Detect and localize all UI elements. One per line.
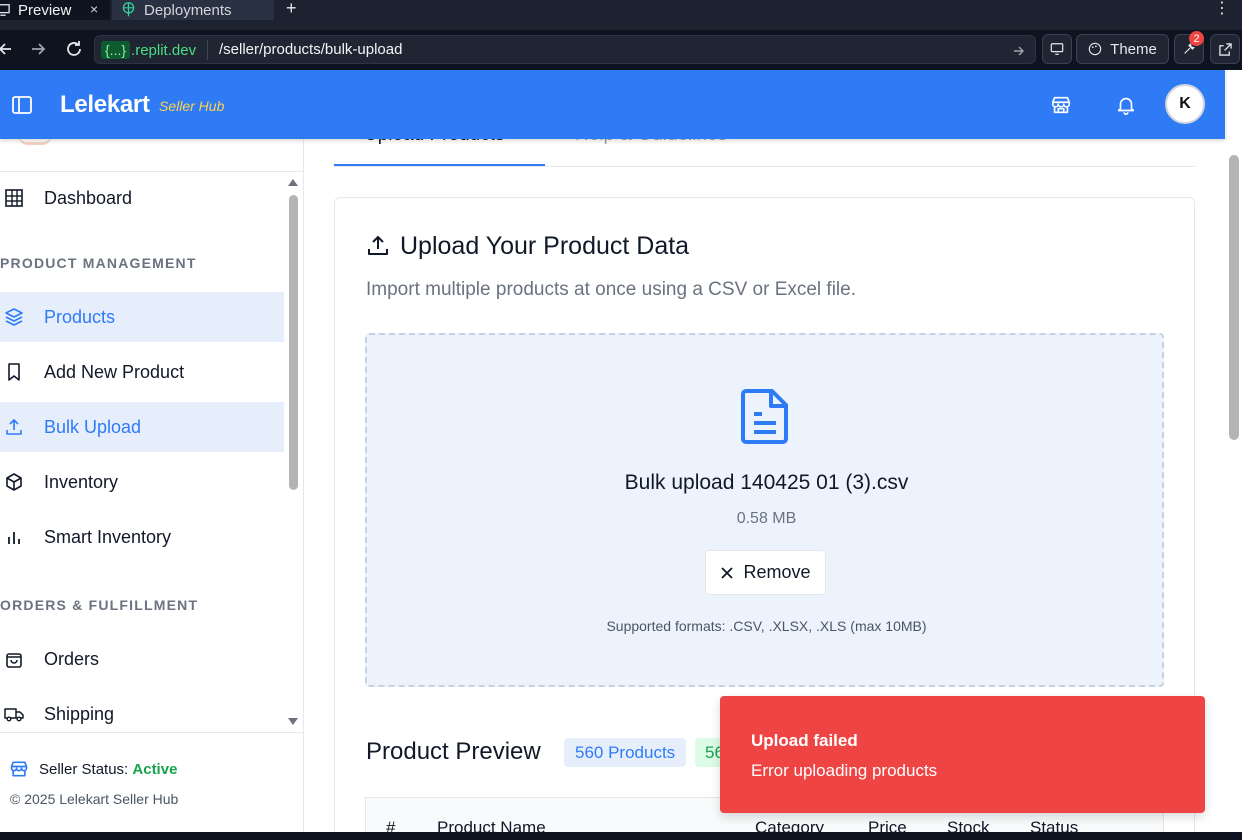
bar-chart-icon: [8, 532, 20, 544]
tab-deployments[interactable]: Deployments: [112, 0, 274, 20]
sidebar-item-products[interactable]: Products: [0, 292, 284, 342]
tab-preview-label: Preview: [18, 1, 72, 19]
section-orders-fulfillment: ORDERS & FULFILLMENT: [0, 597, 199, 613]
url-path: /seller/products/bulk-upload: [219, 41, 403, 58]
product-count-badge: 560 Products: [564, 738, 687, 767]
card-description: Import multiple products at once using a…: [366, 279, 857, 300]
divider: [0, 171, 304, 172]
close-icon[interactable]: ×: [90, 1, 98, 17]
sidebar-footer: Seller Status: Active © 2025 Lelekart Se…: [0, 732, 304, 840]
sidebar-item-label: Inventory: [44, 471, 119, 492]
browser-tab-bar: Preview × Deployments + ⋮: [0, 0, 1242, 30]
supported-formats-note: Supported formats: .CSV, .XLSX, .XLS (ma…: [606, 618, 927, 634]
avatar[interactable]: K: [1165, 84, 1205, 124]
tab-preview[interactable]: Preview ×: [0, 0, 110, 20]
sidebar-item-smart-inventory[interactable]: Smart Inventory: [0, 512, 284, 562]
brand-subtitle: Seller Hub: [159, 98, 225, 114]
external-link-icon: [1218, 42, 1232, 56]
sidebar-item-inventory[interactable]: Inventory: [0, 457, 284, 507]
remove-button-label: Remove: [743, 562, 811, 582]
sidebar-item-label: Add New Product: [44, 361, 185, 382]
forward-icon[interactable]: [30, 41, 46, 57]
brand-name[interactable]: Lelekart: [60, 91, 150, 119]
deploy-icon: [122, 2, 135, 17]
sidebar-item-orders[interactable]: Orders: [0, 634, 284, 684]
monitor-icon: [0, 4, 10, 16]
sidebar-item-bulk-upload[interactable]: Bulk Upload: [0, 402, 284, 452]
sidebar-toggle-icon[interactable]: [12, 96, 32, 114]
new-tab-button[interactable]: +: [286, 0, 297, 19]
remove-file-button[interactable]: Remove: [705, 550, 826, 595]
tab-deployments-label: Deployments: [144, 1, 232, 19]
page-scrollbar-thumb[interactable]: [1229, 155, 1239, 440]
product-preview-title: Product Preview: [366, 738, 541, 765]
toast-message: Error uploading products: [751, 761, 938, 780]
card-title: Upload Your Product Data: [400, 232, 690, 260]
window-bottom-edge: [0, 832, 1242, 840]
shopping-bag-icon: [6, 653, 22, 668]
avatar-initial: K: [1179, 95, 1191, 112]
copyright-text: © 2025 Lelekart Seller Hub: [10, 791, 179, 807]
upload-icon: [368, 236, 388, 255]
devtools-button[interactable]: 2: [1174, 31, 1204, 64]
sidebar-item-label: Shipping: [44, 703, 115, 724]
section-product-management: PRODUCT MANAGEMENT: [0, 255, 197, 271]
scroll-down-arrow-icon[interactable]: [287, 717, 299, 727]
file-name: Bulk upload 140425 01 (3).csv: [624, 471, 909, 494]
file-size: 0.58 MB: [736, 510, 797, 527]
bell-icon[interactable]: [1115, 94, 1137, 116]
store-icon[interactable]: [1050, 94, 1072, 116]
close-icon: [721, 566, 734, 579]
url-separator: [207, 40, 208, 60]
toast-title: Upload failed: [751, 731, 858, 750]
reload-icon[interactable]: [64, 39, 84, 59]
active-tab-indicator: [334, 164, 545, 166]
address-bar-row: {...} .replit.dev /seller/products/bulk-…: [0, 30, 1242, 70]
sidebar-item-label: Products: [44, 306, 116, 327]
box-icon: [6, 473, 22, 491]
back-icon[interactable]: [0, 41, 12, 57]
more-menu-icon[interactable]: ⋮: [1214, 0, 1230, 18]
truck-icon: [4, 708, 24, 722]
screen-icon: [1050, 43, 1064, 55]
file-text-icon: [741, 389, 788, 444]
url-field[interactable]: {...} .replit.dev /seller/products/bulk-…: [94, 35, 1036, 64]
theme-button-label: Theme: [1110, 40, 1157, 58]
bookmark-icon: [8, 363, 20, 381]
scroll-up-arrow-icon[interactable]: [287, 177, 299, 187]
file-dropzone[interactable]: Bulk upload 140425 01 (3).csv 0.58 MB Re…: [365, 333, 1164, 687]
seller-status-label: Seller Status:: [39, 761, 129, 778]
layers-icon: [5, 308, 23, 326]
url-host-text: .replit.dev: [131, 41, 197, 59]
device-preview-button[interactable]: [1042, 34, 1072, 64]
app-header: Lelekart Seller Hub K: [0, 70, 1225, 139]
sidebar-item-add-new-product[interactable]: Add New Product: [0, 347, 284, 397]
palette-icon: [1088, 42, 1102, 56]
sidebar-scrollbar-thumb[interactable]: [289, 195, 298, 490]
upload-icon: [6, 419, 22, 435]
tabs-divider: [334, 166, 1195, 167]
seller-status: Seller Status: Active: [39, 761, 177, 778]
sidebar-item-label: Orders: [44, 648, 100, 669]
sidebar-item-label: Smart Inventory: [44, 526, 172, 547]
url-host: {...} .replit.dev: [99, 39, 202, 61]
store-icon: [10, 761, 28, 777]
open-new-window-button[interactable]: [1210, 34, 1240, 64]
go-arrow-icon[interactable]: [1013, 45, 1025, 57]
notification-count-badge: 2: [1189, 31, 1204, 46]
seller-status-value: Active: [132, 761, 178, 778]
theme-button[interactable]: Theme: [1076, 34, 1169, 64]
grid-icon: [5, 189, 23, 207]
sidebar-item-label: Bulk Upload: [44, 416, 142, 437]
error-toast[interactable]: Upload failed Error uploading products: [720, 696, 1205, 813]
sidebar: Dashboard PRODUCT MANAGEMENT Products Ad…: [0, 139, 304, 840]
sidebar-item-dashboard[interactable]: Dashboard: [0, 173, 284, 223]
sidebar-item-label: Dashboard: [44, 187, 133, 208]
url-host-badge: {...}: [101, 41, 131, 59]
